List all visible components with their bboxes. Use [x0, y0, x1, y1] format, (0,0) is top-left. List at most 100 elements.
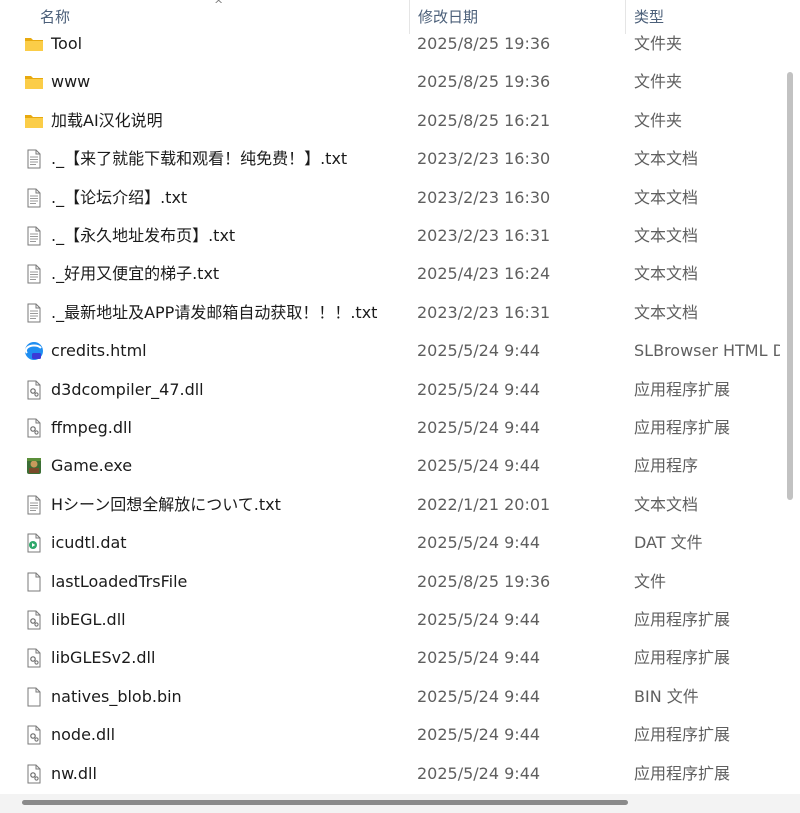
file-type: 文件夹 — [634, 72, 683, 92]
file-type: 文本文档 — [634, 187, 699, 207]
column-header-type-label: 类型 — [634, 8, 665, 26]
column-header-name-label: 名称 — [40, 8, 71, 26]
file-name[interactable]: Tool — [51, 25, 82, 63]
file-row[interactable]: icudtl.dat 2025/5/24 9:44 DAT 文件 — [0, 524, 780, 562]
file-type: 文本文档 — [634, 264, 699, 284]
file-modified-date: 2022/1/21 20:01 — [417, 494, 551, 514]
file-row[interactable]: Hシーン回想全解放について.txt 2022/1/21 20:01 文本文档 — [0, 486, 780, 524]
file-name[interactable]: ._【来了就能下载和观看！纯免费！】.txt — [51, 140, 347, 178]
file-modified-date: 2025/5/24 9:44 — [417, 763, 541, 783]
file-modified-date: 2023/2/23 16:31 — [417, 302, 551, 322]
file-name[interactable]: Game.exe — [51, 447, 132, 485]
file-name[interactable]: lastLoadedTrsFile — [51, 563, 187, 601]
file-row[interactable]: ._最新地址及APP请发邮箱自动获取！！！.txt 2023/2/23 16:31… — [0, 294, 780, 332]
sort-ascending-icon: ^ — [214, 0, 224, 11]
folder-icon — [24, 34, 44, 54]
blank-file-icon — [24, 572, 44, 592]
file-modified-date: 2023/2/23 16:31 — [417, 226, 551, 245]
file-name[interactable]: ._好用又便宜的梯子.txt — [51, 255, 219, 293]
blank-file-icon — [24, 687, 44, 707]
file-name[interactable]: nw.dll — [51, 755, 97, 793]
file-row[interactable]: Game.exe 2025/5/24 9:44 应用程序 — [0, 447, 780, 485]
horizontal-scrollbar-thumb[interactable] — [22, 800, 628, 805]
file-name[interactable]: ._最新地址及APP请发邮箱自动获取！！！.txt — [51, 294, 377, 332]
file-name[interactable]: libEGL.dll — [51, 601, 126, 639]
file-name[interactable]: ffmpeg.dll — [51, 409, 132, 447]
folder-icon — [24, 72, 44, 92]
browser-html-icon — [24, 341, 44, 361]
file-row[interactable]: www 2025/8/25 19:36 文件夹 — [0, 63, 780, 101]
file-modified-date: 2025/4/23 16:24 — [417, 264, 551, 284]
file-type: 应用程序扩展 — [634, 379, 731, 399]
text-file-icon — [24, 226, 44, 246]
game-exe-icon — [24, 456, 44, 476]
text-file-icon — [24, 303, 44, 323]
folder-icon — [24, 111, 44, 131]
file-modified-date: 2025/5/24 9:44 — [417, 686, 541, 706]
file-name[interactable]: Hシーン回想全解放について.txt — [51, 486, 281, 524]
file-modified-date: 2025/5/24 9:44 — [417, 533, 541, 553]
dll-file-icon — [24, 380, 44, 400]
file-modified-date: 2025/5/24 9:44 — [417, 341, 541, 361]
file-row[interactable]: node.dll 2025/5/24 9:44 应用程序扩展 — [0, 716, 780, 754]
file-modified-date: 2025/8/25 16:21 — [417, 110, 551, 130]
text-file-icon — [24, 495, 44, 515]
file-name[interactable]: ._【永久地址发布页】.txt — [51, 217, 235, 255]
file-type: BIN 文件 — [634, 686, 699, 706]
file-modified-date: 2023/2/23 16:30 — [417, 149, 551, 169]
file-row[interactable]: 加载AI汉化说明 2025/8/25 16:21 文件夹 — [0, 102, 780, 140]
dll-file-icon — [24, 725, 44, 745]
file-name[interactable]: d3dcompiler_47.dll — [51, 371, 204, 409]
file-row[interactable]: lastLoadedTrsFile 2025/8/25 19:36 文件 — [0, 563, 780, 601]
file-type: 应用程序扩展 — [634, 610, 731, 629]
file-modified-date: 2025/5/24 9:44 — [417, 725, 541, 745]
media-file-icon — [24, 533, 44, 553]
file-row[interactable]: natives_blob.bin 2025/5/24 9:44 BIN 文件 — [0, 678, 780, 716]
file-name[interactable]: icudtl.dat — [51, 524, 127, 562]
text-file-icon — [24, 149, 44, 169]
file-modified-date: 2025/5/24 9:44 — [417, 648, 541, 668]
file-name[interactable]: 加载AI汉化说明 — [51, 102, 163, 140]
file-modified-date: 2025/5/24 9:44 — [417, 418, 541, 437]
file-type: 应用程序扩展 — [634, 418, 731, 437]
dll-file-icon — [24, 610, 44, 630]
file-modified-date: 2025/5/24 9:44 — [417, 456, 541, 476]
file-name[interactable]: ._【论坛介绍】.txt — [51, 179, 187, 217]
file-row[interactable]: ._好用又便宜的梯子.txt 2025/4/23 16:24 文本文档 — [0, 255, 780, 293]
file-type: 文本文档 — [634, 149, 699, 169]
text-file-icon — [24, 264, 44, 284]
file-row[interactable]: libGLESv2.dll 2025/5/24 9:44 应用程序扩展 — [0, 639, 780, 677]
file-modified-date: 2025/5/24 9:44 — [417, 610, 541, 629]
file-row[interactable]: nw.dll 2025/5/24 9:44 应用程序扩展 — [0, 755, 780, 793]
file-row[interactable]: Tool 2025/8/25 19:36 文件夹 — [0, 25, 780, 63]
file-modified-date: 2025/8/25 19:36 — [417, 34, 551, 53]
vertical-scrollbar-thumb[interactable] — [787, 72, 793, 500]
file-row[interactable]: ._【论坛介绍】.txt 2023/2/23 16:30 文本文档 — [0, 179, 780, 217]
file-name[interactable]: libGLESv2.dll — [51, 639, 155, 677]
file-name[interactable]: credits.html — [51, 332, 147, 370]
file-type: SLBrowser HTML D — [634, 341, 780, 361]
file-type: 应用程序 — [634, 456, 699, 476]
file-modified-date: 2025/5/24 9:44 — [417, 379, 541, 399]
file-type: 文件夹 — [634, 110, 683, 130]
file-type: 文本文档 — [634, 226, 699, 245]
file-name[interactable]: node.dll — [51, 716, 115, 754]
file-row[interactable]: ._【来了就能下载和观看！纯免费！】.txt 2023/2/23 16:30 文本文… — [0, 140, 780, 178]
file-row[interactable]: libEGL.dll 2025/5/24 9:44 应用程序扩展 — [0, 601, 780, 639]
dll-file-icon — [24, 648, 44, 668]
file-name[interactable]: natives_blob.bin — [51, 678, 182, 716]
dll-file-icon — [24, 764, 44, 784]
file-type: 应用程序扩展 — [634, 763, 731, 783]
file-row[interactable]: credits.html 2025/5/24 9:44 SLBrowser HTML… — [0, 332, 780, 370]
file-type: 文件夹 — [634, 34, 683, 53]
dll-file-icon — [24, 418, 44, 438]
file-row[interactable]: ._【永久地址发布页】.txt 2023/2/23 16:31 文本文档 — [0, 217, 780, 255]
file-row[interactable]: ffmpeg.dll 2025/5/24 9:44 应用程序扩展 — [0, 409, 780, 447]
file-type: 文件 — [634, 571, 667, 591]
file-name[interactable]: www — [51, 63, 90, 101]
file-row[interactable]: d3dcompiler_47.dll 2025/5/24 9:44 应用程序扩展 — [0, 371, 780, 409]
file-modified-date: 2025/8/25 19:36 — [417, 571, 551, 591]
file-type: DAT 文件 — [634, 533, 703, 553]
column-header-date-label: 修改日期 — [418, 8, 479, 26]
file-modified-date: 2025/8/25 19:36 — [417, 72, 551, 92]
